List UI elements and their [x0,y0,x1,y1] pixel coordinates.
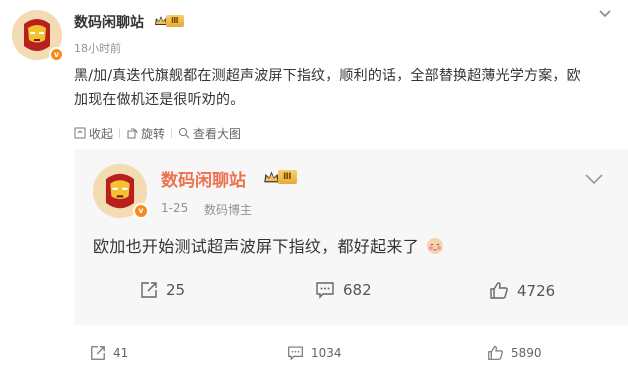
chevron-down-icon[interactable] [584,173,604,185]
rotate-button[interactable]: 旋转 [126,125,165,142]
repost-card[interactable]: v 数码闲聊站 Ⅲ 1-25 数码博主 欧加也开始测试超声波屏下指纹，都好起来了 [74,149,628,325]
like-count: 4726 [517,281,556,300]
verified-badge-icon: v [49,47,64,62]
comment-count: 1034 [311,346,342,360]
repost-icon [91,346,105,360]
comment-button[interactable]: 682 [315,281,372,299]
verified-badge-icon: v [133,203,149,219]
divider [119,128,121,138]
rank-badge[interactable]: Ⅲ [154,14,184,28]
rotate-label: 旋转 [141,126,166,141]
repost-button[interactable]: 25 [140,281,185,299]
post-text-line: 黑/加/真迭代旗舰都在测超声波屏下指纹，顺利的话，全部替换超薄光学方案，欧 [74,68,581,84]
author-name[interactable]: 数码闲聊站 [74,12,144,32]
collapse-button[interactable]: 收起 [74,125,113,142]
repost-author-name[interactable]: 数码闲聊站 [161,166,246,191]
rank-badge[interactable]: Ⅲ [263,170,297,184]
like-icon [490,282,508,299]
like-icon [488,346,503,360]
like-button[interactable]: 4726 [489,281,555,300]
image-toolbar: 收起 旋转 查看大图 [74,124,247,142]
rank-level: Ⅲ [166,15,184,27]
like-count: 5890 [511,346,542,360]
weibo-post: v 数码闲聊站 Ⅲ 18小时前 黑/加/真迭代旗舰都在测超声波屏下指纹，顺利的话… [0,0,628,374]
post-text: 黑/加/真迭代旗舰都在测超声波屏下指纹，顺利的话，全部替换超薄光学方案，欧 加现… [74,64,614,112]
like-button[interactable]: 5890 [487,345,542,361]
zoom-icon [178,127,190,139]
comment-count: 682 [343,281,372,299]
collapse-icon [74,127,86,139]
repost-date[interactable]: 1-25 [161,201,188,215]
repost-source: 数码博主 [204,203,253,217]
repost-text-content: 欧加也开始测试超声波屏下指纹，都好起来了 [93,237,420,256]
view-large-button[interactable]: 查看大图 [178,125,241,142]
divider [171,128,173,138]
post-text-line: 加现在做机还是很听劝的。 [74,92,245,108]
repost-action-bar: 25 682 4726 [74,281,628,309]
rank-level: Ⅲ [278,170,297,184]
repost-icon [141,282,157,298]
comment-button[interactable]: 1034 [287,345,342,361]
repost-count: 41 [113,346,129,360]
comment-icon [288,346,303,361]
collapse-label: 收起 [89,126,114,141]
repost-count: 25 [166,281,186,299]
chevron-down-icon[interactable] [598,8,612,18]
emoji-blush-icon [427,238,444,254]
repost-button[interactable]: 41 [90,345,128,361]
rotate-icon [127,128,138,139]
post-action-bar: 41 1034 5890 [0,342,628,370]
post-time[interactable]: 18小时前 [74,40,121,56]
comment-icon [316,282,334,299]
view-large-label: 查看大图 [193,126,242,141]
repost-text: 欧加也开始测试超声波屏下指纹，都好起来了 [93,233,444,257]
